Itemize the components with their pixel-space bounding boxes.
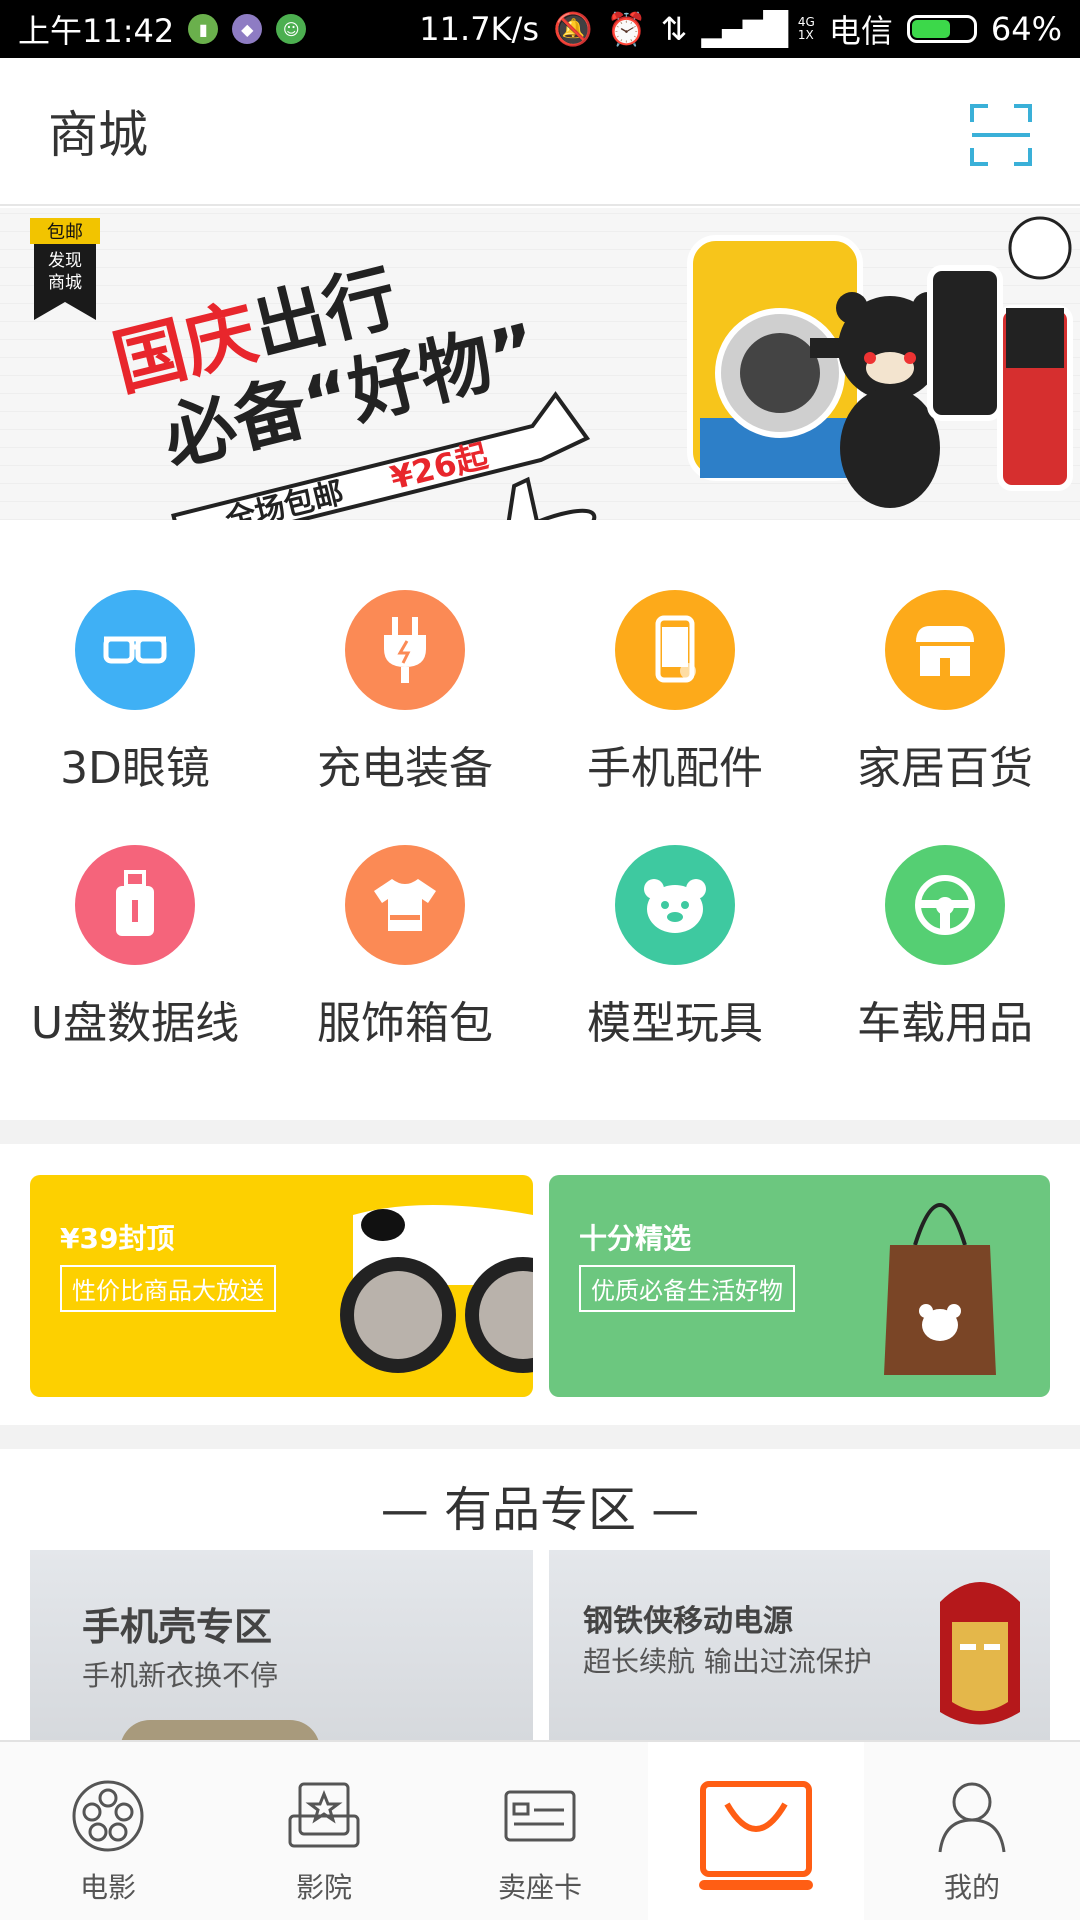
cinema-seat-icon [288,1782,360,1848]
zone-subtitle: 超长续航 输出过流保护 [583,1645,872,1678]
tab-label: 卖座卡 [497,1871,582,1904]
zone-title: 钢铁侠移动电源 [583,1604,793,1639]
section-divider [0,1425,1080,1449]
car-charger-image [927,216,1073,491]
tab-seat-card[interactable]: 卖座卡 [432,1742,648,1922]
tab-profile[interactable]: 我的 [864,1742,1080,1922]
tag-line2: 商城 [48,273,82,293]
category-label: 充电装备 [317,743,493,794]
carrier-name: 电信 [828,12,893,50]
category-label: 模型玩具 [587,998,763,1049]
alarm-icon: ⏰ [606,10,647,48]
zone-subtitle: 手机新衣换不停 [82,1659,279,1692]
battery-icon [906,15,977,43]
page-title: 商城 [48,106,148,164]
phone-case-image [120,1720,320,1740]
iron-man-powerbank-image [940,1582,1020,1725]
usb-icon [75,845,195,965]
tab-mall[interactable] [648,1742,864,1922]
battery-app-icon: ▮ [188,14,219,44]
tab-movies[interactable]: 电影 [0,1742,216,1922]
scan-icon[interactable] [970,104,1032,166]
category-label: U盘数据线 [30,998,240,1049]
tag-top-text: 包邮 [47,222,83,243]
promo-subtitle: 优质必备生活好物 [579,1265,795,1312]
category-charging[interactable]: 充电装备 [270,590,540,796]
phone-icon [615,590,735,710]
panda-glasses-image [340,1205,533,1373]
category-apparel-bags[interactable]: 服饰箱包 [270,845,540,1051]
network-type: 4G 1X [797,15,815,42]
category-label: 家居百货 [857,743,1033,794]
data-arrows-icon: ⇅ [660,10,688,48]
tote-bag-image [884,1203,996,1375]
status-bar: 上午11:42 ▮ ◆ ☺ 11.7K/s 🔕 ⏰ ⇅ ▂▄▆█ 4G 1X 电… [0,0,1080,58]
bear-icon [615,845,735,965]
3d-glasses-icon [75,590,195,710]
tab-label: 电影 [79,1871,136,1904]
plug-icon [345,590,465,710]
store-icon [885,590,1005,710]
category-label: 服饰箱包 [317,998,493,1049]
battery-percent: 64% [990,10,1062,48]
card-icon [504,1790,576,1842]
status-time: 上午11:42 [18,12,175,50]
category-label: 车载用品 [857,998,1033,1049]
category-home-goods[interactable]: 家居百货 [810,590,1080,796]
category-3d-glasses[interactable]: 3D眼镜 [0,590,270,796]
steering-wheel-icon [885,845,1005,965]
shopping-bag-icon [699,1781,813,1890]
category-label: 手机配件 [587,743,763,794]
section-title: — 有品专区 — [380,1482,700,1538]
tag-line1: 发现 [48,251,82,271]
tab-cinemas[interactable]: 影院 [216,1742,432,1922]
promo-title: 十分精选 [579,1222,692,1255]
net-speed: 11.7K/s [419,10,539,48]
app-header: 商城 [0,58,1080,206]
category-car-accessories[interactable]: 车载用品 [810,845,1080,1051]
mute-icon: 🔕 [552,10,593,48]
user-icon [938,1782,1006,1853]
zone-power-bank[interactable]: 钢铁侠移动电源 超长续航 输出过流保护 [549,1550,1050,1740]
banner-price: ¥26起 [386,436,492,497]
android-app-icon: ☺ [276,14,307,44]
zone-title: 手机壳专区 [82,1605,273,1649]
banner-corner-tag: 包邮 发现 商城 [30,218,100,320]
camera-product-image [687,235,863,481]
category-model-toys[interactable]: 模型玩具 [540,845,810,1051]
section-divider [0,1120,1080,1144]
category-usb-cables[interactable]: U盘数据线 [0,845,270,1051]
category-label: 3D眼镜 [60,743,210,794]
signal-icon: ▂▄▆█ [701,10,787,48]
zone-phone-cases[interactable]: 手机壳专区 手机新衣换不停 [30,1550,533,1740]
promo-title: ¥39封顶 [60,1222,175,1255]
tab-label: 我的 [943,1871,1000,1904]
tab-label: 影院 [295,1871,352,1904]
film-reel-icon [72,1780,144,1852]
promo-banner[interactable]: 包邮 发现 商城 国庆 出行 必备“好物” 全场包邮 ¥26起 [0,208,1080,520]
category-grid: 3D眼镜 充电装备 手机配件 家居百货 U盘数据线 服饰箱包 模型玩具 车载用品 [0,520,1080,1120]
note-app-icon: ◆ [232,14,263,44]
tshirt-icon [345,845,465,965]
promo-card-39[interactable]: ¥39封顶 性价比商品大放送 [30,1175,533,1397]
promo-card-selection[interactable]: 十分精选 优质必备生活好物 [549,1175,1050,1397]
promo-subtitle: 性价比商品大放送 [60,1265,276,1312]
bottom-tab-bar: 电影 影院 卖座卡 我的 [0,1740,1080,1922]
category-phone-accessories[interactable]: 手机配件 [540,590,810,796]
